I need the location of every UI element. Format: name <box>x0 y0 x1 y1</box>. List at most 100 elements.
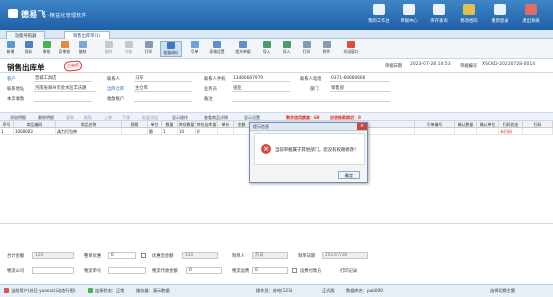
freight-field[interactable]: 0 <box>252 267 288 274</box>
cell-scan-status[interactable]: 未扫码 <box>499 128 523 135</box>
cell-name[interactable]: 清力打包带 <box>56 128 122 135</box>
col-code[interactable]: 商品编码 <box>14 121 56 128</box>
reference-button[interactable]: 引单 <box>186 41 203 57</box>
delete-button[interactable]: 删除 <box>100 41 117 57</box>
tel-field[interactable]: 0371-66666666 <box>330 75 390 82</box>
print-button[interactable]: 打印 <box>140 41 157 57</box>
delete-label: 删除 <box>104 49 113 54</box>
logistics-field[interactable] <box>32 267 74 274</box>
cell-confirm-qty[interactable] <box>455 128 477 135</box>
dialog-ok-button[interactable]: 确定 <box>338 171 360 179</box>
attachment-button[interactable]: 附件 <box>318 41 335 57</box>
col-name[interactable]: 商品名称 <box>56 121 122 128</box>
receipt-label: 本次收款 <box>7 97 25 102</box>
undo-icon <box>60 41 69 48</box>
related-docs-button[interactable]: 相关单据 <box>232 41 254 57</box>
unaudit-button[interactable]: 反审核 <box>56 41 73 57</box>
discount-field[interactable]: 0 <box>108 252 136 259</box>
customer-field[interactable]: 晋城工具店 <box>34 75 92 82</box>
col-scan[interactable]: 扫码 <box>523 121 553 128</box>
col-confirm-unit[interactable]: 确认单位 <box>477 121 499 128</box>
audit-button[interactable]: 审核 <box>38 41 55 57</box>
tel-label: 联系人电话 <box>300 77 322 82</box>
number-value: XSCKD-20230728-0014 <box>482 62 536 67</box>
date-value[interactable]: 2023-07-28 14:53 <box>410 62 451 67</box>
clerk-label: 业务员 <box>204 87 217 92</box>
discount-checkbox[interactable] <box>141 253 146 258</box>
change-password-button[interactable]: 修改密码 <box>454 3 484 29</box>
document-header: 销售出库单 已审核 单据日期 2023-07-28 14:53 单据编号 XSC… <box>0 59 553 73</box>
tab-sales-outbound[interactable]: 销售出库单(1) <box>64 31 110 39</box>
account-field[interactable] <box>134 95 192 102</box>
col-scan-status[interactable]: 扫码状态 <box>499 121 523 128</box>
document-toolbar: 新增 保存 审核 反审核 复制 删除 作废 打印 批量调价 引单 表格设置 相关… <box>0 39 553 59</box>
cell-unit[interactable]: 跟 <box>148 128 162 135</box>
close-window-button[interactable]: 关闭窗口 <box>340 41 362 57</box>
dialog-close-button[interactable]: × <box>357 123 367 130</box>
grid-settings-button[interactable]: 表格设置 <box>206 41 228 57</box>
receipt-field[interactable] <box>34 95 92 102</box>
col-confirm-qty[interactable]: 确认数量 <box>455 121 477 128</box>
attachment-label: 附件 <box>322 49 331 54</box>
tab-strip: 功能导航器 销售出库单(1) <box>0 30 553 39</box>
col-amount[interactable]: 金额 <box>234 121 250 128</box>
cell-index[interactable]: 1 <box>0 128 14 135</box>
audit-label: 审核 <box>42 49 51 54</box>
cell-confirm-unit[interactable] <box>477 128 499 135</box>
address-field[interactable]: 河南省郑州市金水区丰庆路 <box>34 85 96 92</box>
collect-fee-field[interactable]: 0 <box>186 267 222 274</box>
workbench-button[interactable]: 我的工作台 <box>364 3 394 29</box>
void-button[interactable]: 作废 <box>120 41 137 57</box>
warehouse-field[interactable]: 主仓库 <box>134 85 192 92</box>
contact-label: 联系人 <box>107 77 120 82</box>
col-index[interactable]: 序号 <box>0 121 14 128</box>
col-spec[interactable]: 规格 <box>122 121 148 128</box>
related-docs-label: 相关单据 <box>235 49 251 54</box>
cell-stock[interactable]: 10 <box>178 128 196 135</box>
add-icon <box>6 41 15 48</box>
col-stock-out[interactable]: 库存出库量 <box>196 121 218 128</box>
print2-button[interactable]: 打印 <box>298 41 315 57</box>
import2-button[interactable]: 导入 <box>278 41 295 57</box>
theme-switch[interactable]: 选择切换主题 <box>490 288 515 294</box>
doc-center-button[interactable]: 单据中心 <box>394 3 424 29</box>
cell-price[interactable] <box>218 128 234 135</box>
freight-checkbox[interactable] <box>292 268 297 273</box>
new-button[interactable]: 新增 <box>2 41 19 57</box>
phone-field[interactable]: 13466667970 <box>232 75 290 82</box>
cell-scan[interactable] <box>523 128 553 135</box>
grid-icon <box>213 41 221 48</box>
collect-fee-label: 物流代收金额 <box>152 269 178 274</box>
date-label: 单据日期 <box>385 64 403 69</box>
exit-button[interactable]: 退出系统 <box>516 3 546 29</box>
cell-spec[interactable] <box>122 128 148 135</box>
paperclip-icon <box>322 41 331 48</box>
cell-code[interactable]: 1000003 <box>14 128 56 135</box>
clerk-field[interactable]: 张亚 <box>232 85 290 92</box>
col-ref-no[interactable]: 引单编号 <box>415 121 455 128</box>
stock-query-button[interactable]: 库存查询 <box>424 3 454 29</box>
tab-navigator[interactable]: 功能导航器 <box>6 31 46 39</box>
waybill-field[interactable] <box>108 267 146 274</box>
customer-label[interactable]: 客户 <box>7 76 16 82</box>
contact-field[interactable]: 马军 <box>134 75 192 82</box>
cell-amount[interactable] <box>234 128 250 135</box>
cell-qty[interactable]: 1 <box>162 128 178 135</box>
col-price[interactable]: 单价 <box>218 121 234 128</box>
remark-field[interactable] <box>232 95 390 102</box>
cell-stock-out[interactable]: 0 <box>196 128 218 135</box>
cell-ref-no[interactable] <box>415 128 455 135</box>
import-button[interactable]: 导入 <box>258 41 275 57</box>
col-unit[interactable]: 单位 <box>148 121 162 128</box>
dept-field[interactable]: 销售部 <box>330 85 390 92</box>
col-qty[interactable]: 数量 <box>162 121 178 128</box>
void-label: 作废 <box>124 49 133 54</box>
copy-button[interactable]: 复制 <box>74 41 91 57</box>
relogin-button[interactable]: 重新登录 <box>485 3 515 29</box>
warehouse-label[interactable]: 出库仓库 <box>107 86 124 92</box>
batch-price-button[interactable]: 批量调价 <box>160 41 182 57</box>
save-button[interactable]: 保存 <box>20 41 37 57</box>
user-status-icon <box>4 288 9 293</box>
print-record-link[interactable]: 打印记录 <box>340 268 357 274</box>
col-stock[interactable]: 库存数量 <box>178 121 196 128</box>
